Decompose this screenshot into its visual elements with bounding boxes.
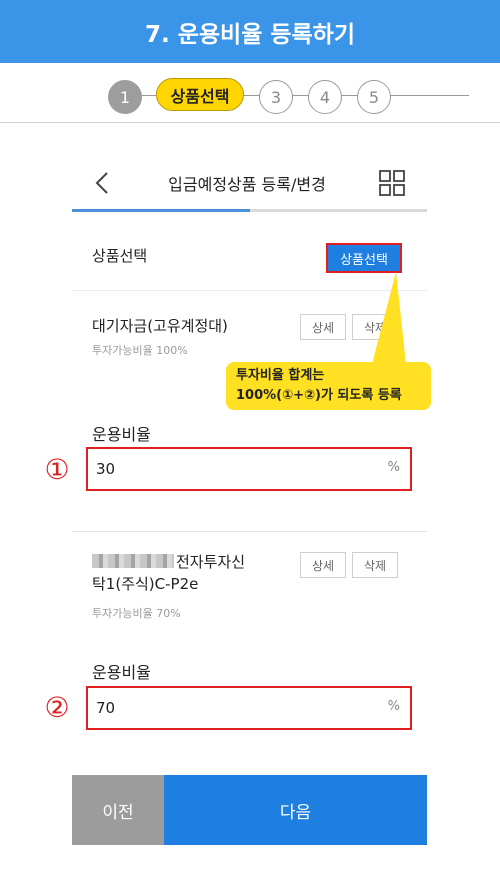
step-1[interactable]: 1 [108,80,142,114]
percent-unit: % [387,699,400,714]
divider [72,531,427,532]
product-ratio: 투자가능비율 100% [92,344,188,357]
step-3[interactable]: 3 [259,80,293,114]
callout-marker-2: ② [44,690,70,724]
product-select-button[interactable]: 상품선택 [326,243,402,273]
product-select-label: 상품선택 [92,247,148,265]
next-button[interactable]: 다음 [164,775,427,845]
tooltip-line-2: 100%(①+②)가 되도록 등록 [236,388,402,403]
callout-marker-1: ① [44,452,70,486]
product-name: 대기자금(고유계정대) [92,317,228,335]
grid-menu-icon[interactable] [379,170,405,196]
delete-button[interactable]: 삭제 [352,552,398,578]
ratio-field-label: 운용비율 [92,425,151,444]
detail-button[interactable]: 상세 [300,552,346,578]
stepper [0,63,500,123]
product-ratio: 투자가능비율 70% [92,607,181,620]
page-title: 7. 운용비율 등록하기 [0,0,500,63]
step-2-active[interactable]: 상품선택 [156,78,244,111]
masked-text [92,554,174,568]
percent-unit: % [387,460,400,475]
step-4[interactable]: 4 [308,80,342,114]
product-name: 전자투자신 탁1(주식)C-P2e [92,553,246,593]
ratio-input-value: 30 [96,460,116,478]
tooltip-line-1: 투자비율 합계는 [236,368,325,383]
prev-button[interactable]: 이전 [72,775,164,845]
guide-tooltip: 투자비율 합계는 100%(①+②)가 되도록 등록 [226,362,431,410]
tooltip-pointer [372,272,406,364]
step-5[interactable]: 5 [357,80,391,114]
ratio-input-2[interactable]: 70 % [86,686,412,730]
ratio-input-value: 70 [96,699,116,717]
ratio-field-label: 운용비율 [92,663,151,682]
nav-bar: 입금예정상품 등록/변경 [72,153,427,212]
back-arrow-icon[interactable] [94,171,110,195]
product-register-panel: 입금예정상품 등록/변경 상품선택 상품선택 대기자금(고유계정대) 투자가능비… [72,153,427,773]
bottom-action-bar: 이전 다음 [72,775,427,845]
detail-button[interactable]: 상세 [300,314,346,340]
nav-title: 입금예정상품 등록/변경 [168,175,326,194]
ratio-input-1[interactable]: 30 % [86,447,412,491]
nav-active-indicator [72,209,250,212]
